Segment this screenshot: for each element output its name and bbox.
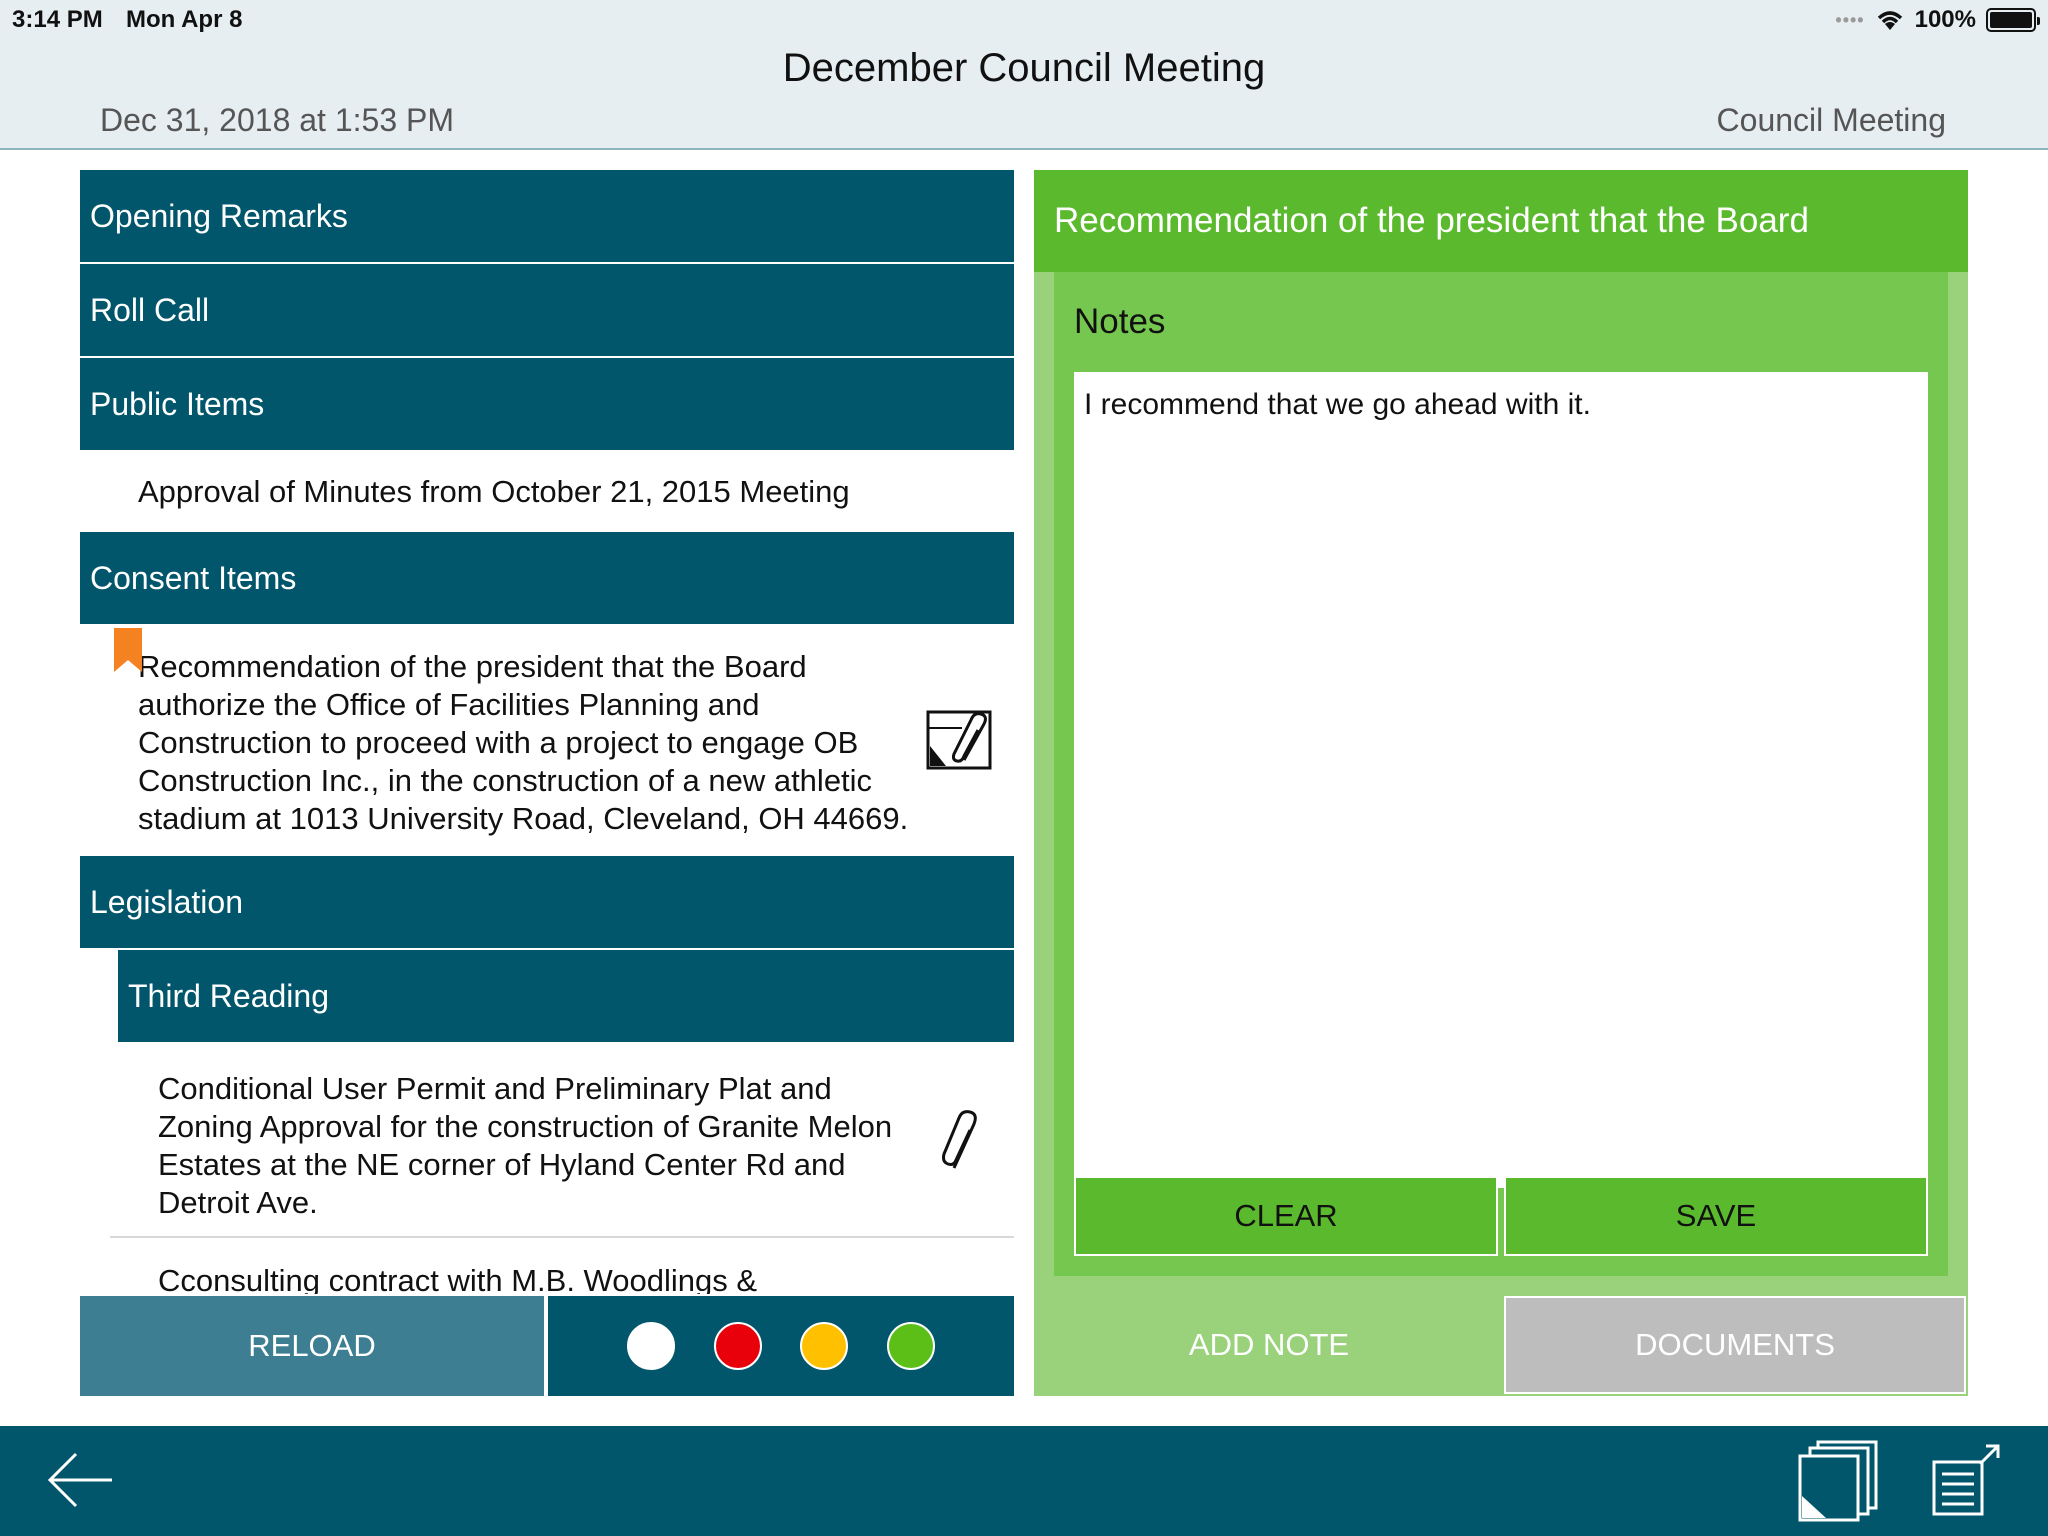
section-consent-items[interactable]: Consent Items [80,532,1014,626]
color-tag-bar [548,1296,1014,1396]
notes-label: Notes [1074,302,1166,341]
item-line: Construction Inc., in the construction o… [138,763,873,798]
bottom-nav-bar [0,1426,2048,1536]
color-tag-green[interactable] [887,1322,936,1370]
tab-label: ADD NOTE [1188,1327,1350,1362]
bookmark-icon [114,628,142,672]
battery-icon [1986,8,2040,32]
agenda-item-text: Cconsulting contract with M.B. Woodlings… [158,1263,758,1294]
section-opening-remarks[interactable]: Opening Remarks [80,170,1014,264]
agenda-item-text: Approval of Minutes from October 21, 201… [138,474,850,509]
section-public-items[interactable]: Public Items [80,358,1014,452]
item-line: Construction to proceed with a project t… [138,725,859,760]
clear-label: CLEAR [1234,1198,1338,1233]
meeting-type: Council Meeting [1716,102,1946,138]
section-third-reading[interactable]: Third Reading [118,950,1014,1044]
color-tag-yellow[interactable] [800,1322,849,1370]
section-label: Third Reading [128,977,329,1014]
section-roll-call[interactable]: Roll Call [80,264,1014,358]
save-label: SAVE [1675,1198,1757,1233]
meeting-date: Dec 31, 2018 at 1:53 PM [100,102,454,138]
reload-button[interactable]: RELOAD [80,1296,544,1396]
item-line: Conditional User Permit and Preliminary … [158,1071,832,1106]
status-date: Mon Apr 8 [126,6,243,33]
section-label: Opening Remarks [90,197,348,234]
tab-add-note[interactable]: ADD NOTE [1034,1294,1504,1396]
notes-editor: Notes I recommend that we go ahead with … [1054,272,1948,1276]
item-line: authorize the Office of Facilities Plann… [138,687,760,722]
section-label: Public Items [90,385,265,422]
documents-stack-icon[interactable] [1796,1440,1880,1524]
color-tag-white[interactable] [626,1322,675,1370]
section-legislation[interactable]: Legislation [80,856,1014,950]
page-title: December Council Meeting [782,46,1266,90]
tab-documents[interactable]: DOCUMENTS [1504,1296,1966,1394]
item-line: Zoning Approval for the construction of … [158,1109,893,1144]
export-list-icon[interactable] [1930,1444,2002,1520]
section-label: Consent Items [90,559,297,596]
agenda-item-recommendation[interactable]: Recommendation of the president that the… [80,626,1014,856]
color-tag-red[interactable] [713,1322,762,1370]
item-line: Recommendation of the president that the… [138,649,807,684]
notes-textarea[interactable]: I recommend that we go ahead with it. [1074,372,1928,1188]
agenda-item-consulting-contract[interactable]: Cconsulting contract with M.B. Woodlings… [80,1238,1014,1294]
reload-label: RELOAD [248,1328,376,1363]
paperclip-icon[interactable] [940,1110,984,1176]
save-button[interactable]: SAVE [1504,1176,1928,1256]
note-attachment-icon[interactable] [926,710,996,772]
status-indicators: •••• 100% [1835,6,2040,34]
section-label: Roll Call [90,291,210,328]
signal-icon: •••• [1835,9,1865,30]
item-line: stadium at 1013 University Road, Clevela… [138,801,909,836]
clear-button[interactable]: CLEAR [1074,1176,1498,1256]
item-line: Detroit Ave. [158,1185,318,1220]
agenda-list[interactable]: Opening Remarks Roll Call Public Items A… [80,170,1014,1294]
item-line: Estates at the NE corner of Hyland Cente… [158,1147,846,1182]
header-bar: 3:14 PM Mon Apr 8 •••• 100% December Cou… [0,0,2048,150]
tab-label: DOCUMENTS [1635,1327,1835,1362]
agenda-item-text: Recommendation of the president that the… [80,648,908,838]
back-arrow-icon[interactable] [46,1450,116,1510]
status-time: 3:14 PM [12,6,103,33]
wifi-icon [1877,11,1902,30]
section-label: Legislation [90,883,243,920]
agenda-item-text: Conditional User Permit and Preliminary … [80,1070,892,1222]
agenda-item-approval-minutes[interactable]: Approval of Minutes from October 21, 201… [80,452,1014,532]
agenda-item-conditional-permit[interactable]: Conditional User Permit and Preliminary … [80,1044,1014,1236]
notes-panel-title: Recommendation of the president that the… [1034,170,1968,272]
notes-panel: Recommendation of the president that the… [1034,170,1968,1396]
battery-percent: 100% [1914,6,1976,33]
